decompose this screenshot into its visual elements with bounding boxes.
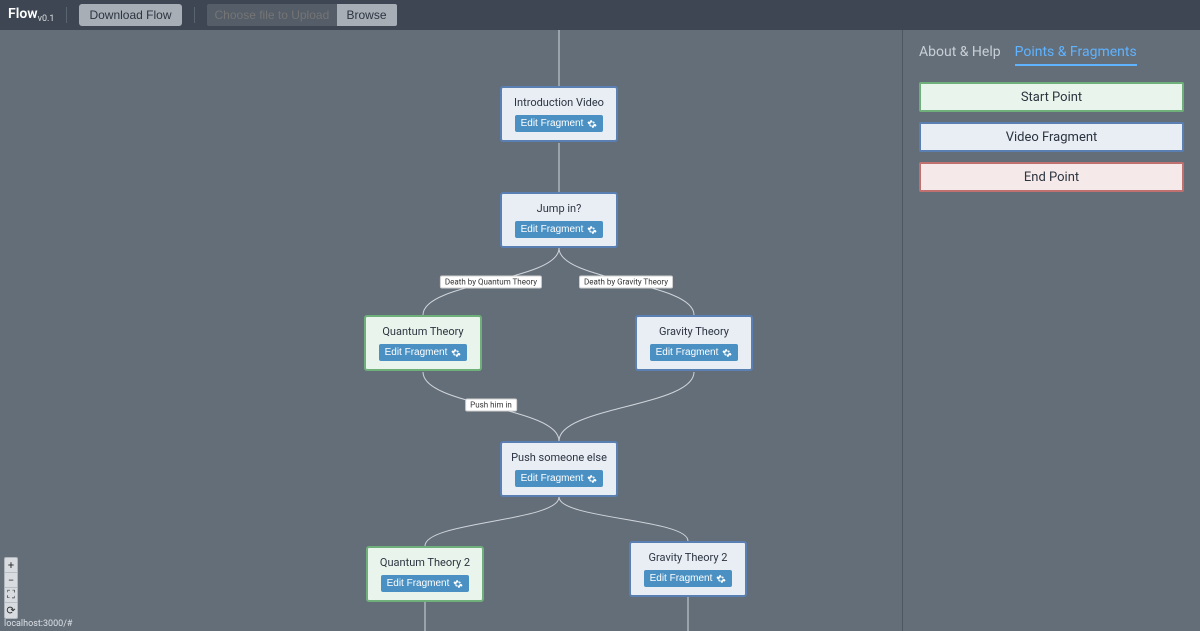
download-flow-button[interactable]: Download Flow xyxy=(79,4,181,26)
edit-fragment-button[interactable]: Edit Fragment xyxy=(381,575,470,592)
edit-fragment-button[interactable]: Edit Fragment xyxy=(515,470,604,487)
app-logo: Flowv0.1 xyxy=(8,6,54,25)
file-upload-input[interactable] xyxy=(207,4,337,26)
version-text: v0.1 xyxy=(38,14,55,24)
node-title: Quantum Theory xyxy=(382,325,463,338)
node-intro[interactable]: Introduction Video Edit Fragment xyxy=(500,86,618,142)
zoom-panel: +−⛶⟳ xyxy=(4,557,18,619)
edit-fragment-button[interactable]: Edit Fragment xyxy=(650,344,739,361)
node-qtheory[interactable]: Quantum Theory Edit Fragment xyxy=(364,315,482,371)
fit-screen-button[interactable]: ⛶ xyxy=(5,588,17,603)
edge-label[interactable]: Death by Gravity Theory xyxy=(579,276,673,289)
tab-about-help[interactable]: About & Help xyxy=(919,44,1001,66)
edit-fragment-button[interactable]: Edit Fragment xyxy=(379,344,468,361)
zoom-in-button[interactable]: + xyxy=(5,558,17,573)
edit-fragment-button[interactable]: Edit Fragment xyxy=(515,115,604,132)
node-title: Jump in? xyxy=(537,202,582,215)
edit-fragment-button[interactable]: Edit Fragment xyxy=(515,221,604,238)
node-push[interactable]: Push someone else Edit Fragment xyxy=(500,441,618,497)
palette-start-point[interactable]: Start Point xyxy=(919,82,1184,112)
palette-video-fragment[interactable]: Video Fragment xyxy=(919,122,1184,152)
logo-text: Flow xyxy=(8,6,38,22)
node-qtheory2[interactable]: Quantum Theory 2 Edit Fragment xyxy=(366,546,484,602)
node-title: Gravity Theory 2 xyxy=(649,551,728,564)
node-jump[interactable]: Jump in? Edit Fragment xyxy=(500,192,618,248)
tab-points-fragments[interactable]: Points & Fragments xyxy=(1015,44,1137,66)
flow-canvas[interactable]: Death by Quantum Theory Death by Gravity … xyxy=(0,30,900,631)
sidebar: About & Help Points & Fragments Start Poi… xyxy=(902,30,1200,631)
status-bar: localhost:3000/# xyxy=(0,617,76,631)
divider xyxy=(66,7,67,23)
node-title: Introduction Video xyxy=(514,96,604,109)
edge-label[interactable]: Push him in xyxy=(465,399,517,412)
node-title: Push someone else xyxy=(511,451,607,464)
edge-label[interactable]: Death by Quantum Theory xyxy=(440,276,542,289)
header: Flowv0.1 Download Flow Browse xyxy=(0,0,1200,30)
file-upload-group: Browse xyxy=(207,4,397,26)
divider xyxy=(194,7,195,23)
browse-button[interactable]: Browse xyxy=(337,4,397,26)
node-title: Quantum Theory 2 xyxy=(380,556,470,569)
node-title: Gravity Theory xyxy=(659,325,729,338)
reset-button[interactable]: ⟳ xyxy=(5,603,17,618)
palette-end-point[interactable]: End Point xyxy=(919,162,1184,192)
edit-fragment-button[interactable]: Edit Fragment xyxy=(644,570,733,587)
zoom-out-button[interactable]: − xyxy=(5,573,17,588)
sidebar-tabs: About & Help Points & Fragments xyxy=(919,44,1184,66)
node-gtheory[interactable]: Gravity Theory Edit Fragment xyxy=(635,315,753,371)
node-gtheory2[interactable]: Gravity Theory 2 Edit Fragment xyxy=(629,541,747,597)
